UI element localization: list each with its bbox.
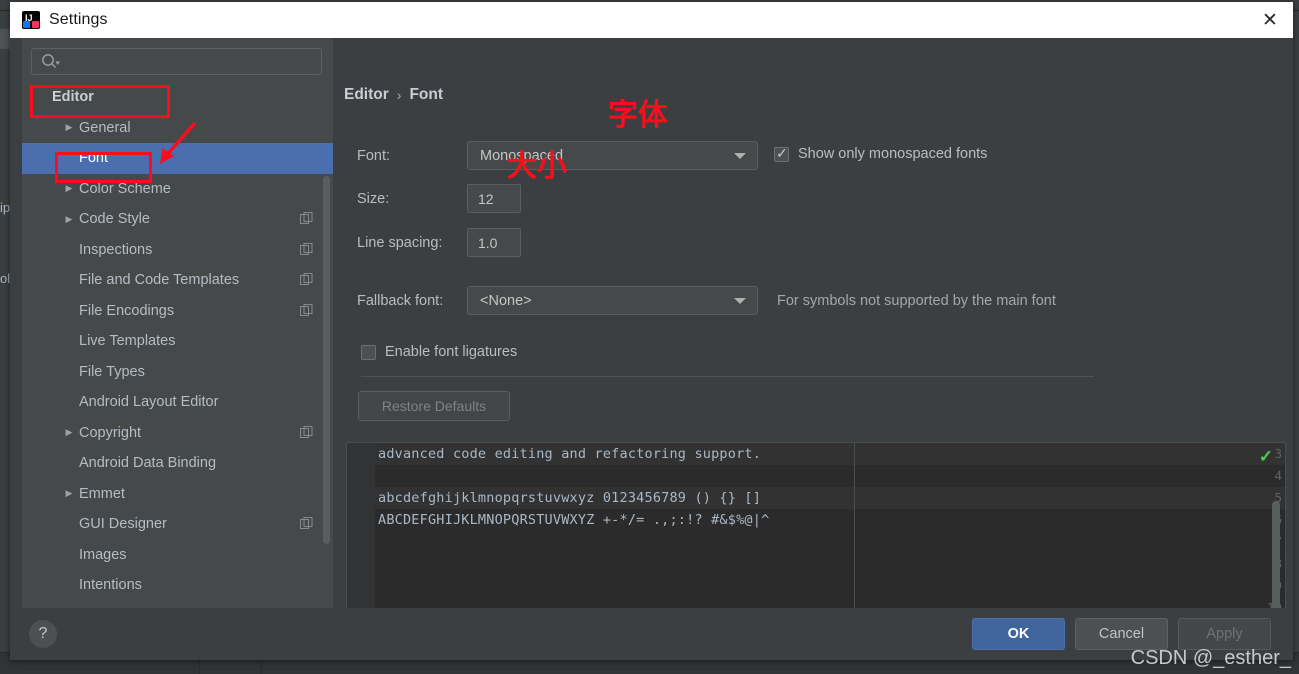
sidebar-item-gui-designer[interactable]: GUI Designer bbox=[22, 509, 333, 540]
font-label: Font: bbox=[357, 147, 391, 164]
sidebar-item-label: Emmet bbox=[79, 485, 125, 502]
sidebar-item-label: File Types bbox=[79, 363, 145, 380]
editor-split-line bbox=[854, 443, 855, 631]
sidebar-item-label: Inspections bbox=[79, 241, 153, 258]
tree-expand-arrow-icon[interactable]: ▶ bbox=[63, 427, 75, 439]
copy-settings-icon[interactable] bbox=[300, 425, 313, 439]
editor-line-text: abcdefghijklmnopqrstuvwxyz 0123456789 ()… bbox=[378, 490, 762, 506]
settings-dialog: IJ Settings ✕ Editor ▶ General Font ▶ Color S… bbox=[10, 2, 1293, 660]
dialog-body: Editor ▶ General Font ▶ Color Scheme ▶ Code Sty… bbox=[10, 38, 1293, 660]
chevron-down-icon bbox=[734, 297, 746, 304]
tree-expand-arrow-icon[interactable]: ▶ bbox=[63, 183, 75, 195]
copy-settings-icon[interactable] bbox=[300, 273, 313, 286]
restore-defaults-button[interactable]: Restore Defaults bbox=[358, 391, 510, 421]
fallback-font-value: <None> bbox=[480, 292, 532, 309]
sidebar-item-label: Images bbox=[79, 546, 127, 563]
watermark: CSDN @_esther_ bbox=[1130, 647, 1291, 669]
copy-settings-icon[interactable] bbox=[300, 303, 313, 317]
breadcrumb-root[interactable]: Editor bbox=[344, 86, 389, 104]
backdrop-text-1: ip bbox=[0, 200, 11, 215]
editor-line-text: ABCDEFGHIJKLMNOPQRSTUVWXYZ +-*/= .,;:!? … bbox=[378, 512, 770, 528]
size-label: Size: bbox=[357, 190, 390, 207]
tree-expand-arrow-icon[interactable]: ▶ bbox=[63, 122, 75, 134]
tree-expand-arrow-icon[interactable]: ▶ bbox=[63, 213, 75, 225]
sidebar-item-live-templates[interactable]: Live Templates bbox=[22, 326, 333, 357]
sidebar-item-label: Color Scheme bbox=[79, 180, 171, 197]
dialog-footer: ? OK Cancel Apply bbox=[10, 608, 1293, 660]
line-spacing-label: Line spacing: bbox=[357, 234, 443, 251]
fallback-font-row: Fallback font: <None> For symbols not su… bbox=[357, 286, 1056, 315]
ligatures-row[interactable]: Enable font ligatures bbox=[361, 344, 517, 360]
fallback-font-label: Fallback font: bbox=[357, 292, 444, 309]
editor-line-text: advanced code editing and refactoring su… bbox=[378, 446, 762, 462]
sidebar-item-file-encodings[interactable]: File Encodings bbox=[22, 296, 333, 327]
sidebar-item-label: Editor bbox=[52, 89, 94, 106]
backdrop-text-2: ol bbox=[0, 271, 11, 286]
line-spacing-row: Line spacing: 1.0 bbox=[357, 228, 521, 257]
sidebar-item-editor[interactable]: Editor bbox=[22, 82, 333, 113]
sidebar-item-label: Code Style bbox=[79, 211, 150, 228]
breadcrumb-separator-icon: › bbox=[396, 87, 402, 103]
sidebar-item-label: GUI Designer bbox=[79, 516, 167, 533]
font-preview-editor[interactable]: 3 advanced code editing and refactoring s… bbox=[346, 442, 1286, 632]
enable-font-ligatures-label: Enable font ligatures bbox=[385, 344, 518, 360]
sidebar-scrollbar[interactable] bbox=[323, 176, 330, 544]
section-divider bbox=[361, 376, 1094, 377]
sidebar-item-label: Font bbox=[79, 150, 109, 167]
sidebar-item-label: Copyright bbox=[79, 424, 142, 441]
sidebar-item-inspections[interactable]: Inspections bbox=[22, 235, 333, 266]
sidebar-item-android-layout-editor[interactable]: Android Layout Editor bbox=[22, 387, 333, 418]
sidebar-item-label: Live Templates bbox=[79, 333, 176, 350]
editor-line-number: 3 bbox=[1274, 446, 1282, 461]
editor-gutter bbox=[347, 443, 375, 631]
close-icon[interactable]: ✕ bbox=[1247, 2, 1293, 38]
show-monospaced-row[interactable]: Show only monospaced fonts bbox=[774, 145, 988, 162]
sidebar-item-label: General bbox=[79, 119, 131, 136]
intellij-idea-icon: IJ bbox=[22, 11, 40, 29]
copy-settings-icon[interactable] bbox=[300, 212, 313, 225]
breadcrumb-leaf: Font bbox=[409, 86, 444, 103]
sidebar-item-file-and-code-templates[interactable]: File and Code Templates bbox=[22, 265, 333, 296]
sidebar-item-android-data-binding[interactable]: Android Data Binding bbox=[22, 448, 333, 479]
sidebar-item-label: Android Data Binding bbox=[79, 455, 217, 472]
size-row: Size: 12 bbox=[357, 184, 521, 213]
copy-settings-icon[interactable] bbox=[300, 242, 313, 256]
line-spacing-input[interactable]: 1.0 bbox=[467, 228, 521, 257]
sidebar-item-color-scheme[interactable]: ▶ Color Scheme bbox=[22, 174, 333, 205]
sidebar-item-label: File Encodings bbox=[79, 302, 175, 319]
sidebar-item-label: File and Code Templates bbox=[79, 272, 240, 289]
help-button[interactable]: ? bbox=[29, 620, 57, 648]
chevron-down-icon bbox=[734, 152, 746, 159]
show-monospaced-label: Show only monospaced fonts bbox=[798, 146, 988, 162]
annotation-arrow-icon bbox=[160, 121, 197, 164]
breadcrumb: Editor › Font bbox=[344, 86, 1293, 104]
font-dropdown[interactable]: Monospaced bbox=[467, 141, 758, 170]
fallback-font-dropdown[interactable]: <None> bbox=[467, 286, 758, 315]
dialog-title: Settings bbox=[49, 11, 108, 28]
sidebar-item-images[interactable]: Images bbox=[22, 540, 333, 571]
search-field-wrapper bbox=[22, 38, 333, 75]
font-dropdown-value: Monospaced bbox=[480, 147, 564, 164]
editor-line-number: 4 bbox=[1274, 468, 1282, 483]
sidebar-item-emmet[interactable]: ▶ Emmet bbox=[22, 479, 333, 510]
sidebar-item-intentions[interactable]: Intentions bbox=[22, 570, 333, 601]
tree-expand-arrow-icon[interactable]: ▶ bbox=[63, 488, 75, 500]
size-input[interactable]: 12 bbox=[467, 184, 521, 213]
apply-button[interactable]: Apply bbox=[1178, 618, 1271, 650]
enable-font-ligatures-checkbox[interactable] bbox=[361, 344, 376, 360]
dialog-title-bar: IJ Settings ✕ bbox=[10, 2, 1293, 38]
sidebar-item-label: Intentions bbox=[79, 577, 142, 594]
sidebar-item-code-style[interactable]: ▶ Code Style bbox=[22, 204, 333, 235]
show-monospaced-checkbox[interactable] bbox=[774, 145, 789, 162]
font-row: Font: Monospaced bbox=[357, 141, 758, 170]
copy-settings-icon[interactable] bbox=[300, 517, 313, 530]
ok-button[interactable]: OK bbox=[972, 618, 1065, 650]
cancel-button[interactable]: Cancel bbox=[1075, 618, 1168, 650]
sidebar-item-copyright[interactable]: ▶ Copyright bbox=[22, 418, 333, 449]
fallback-font-hint: For symbols not supported by the main fo… bbox=[777, 292, 1056, 309]
sidebar-item-file-types[interactable]: File Types bbox=[22, 357, 333, 388]
search-input[interactable] bbox=[31, 48, 322, 75]
sidebar-item-label: Android Layout Editor bbox=[79, 394, 219, 411]
inspection-ok-checkmark-icon[interactable]: ✓ bbox=[1259, 447, 1273, 467]
